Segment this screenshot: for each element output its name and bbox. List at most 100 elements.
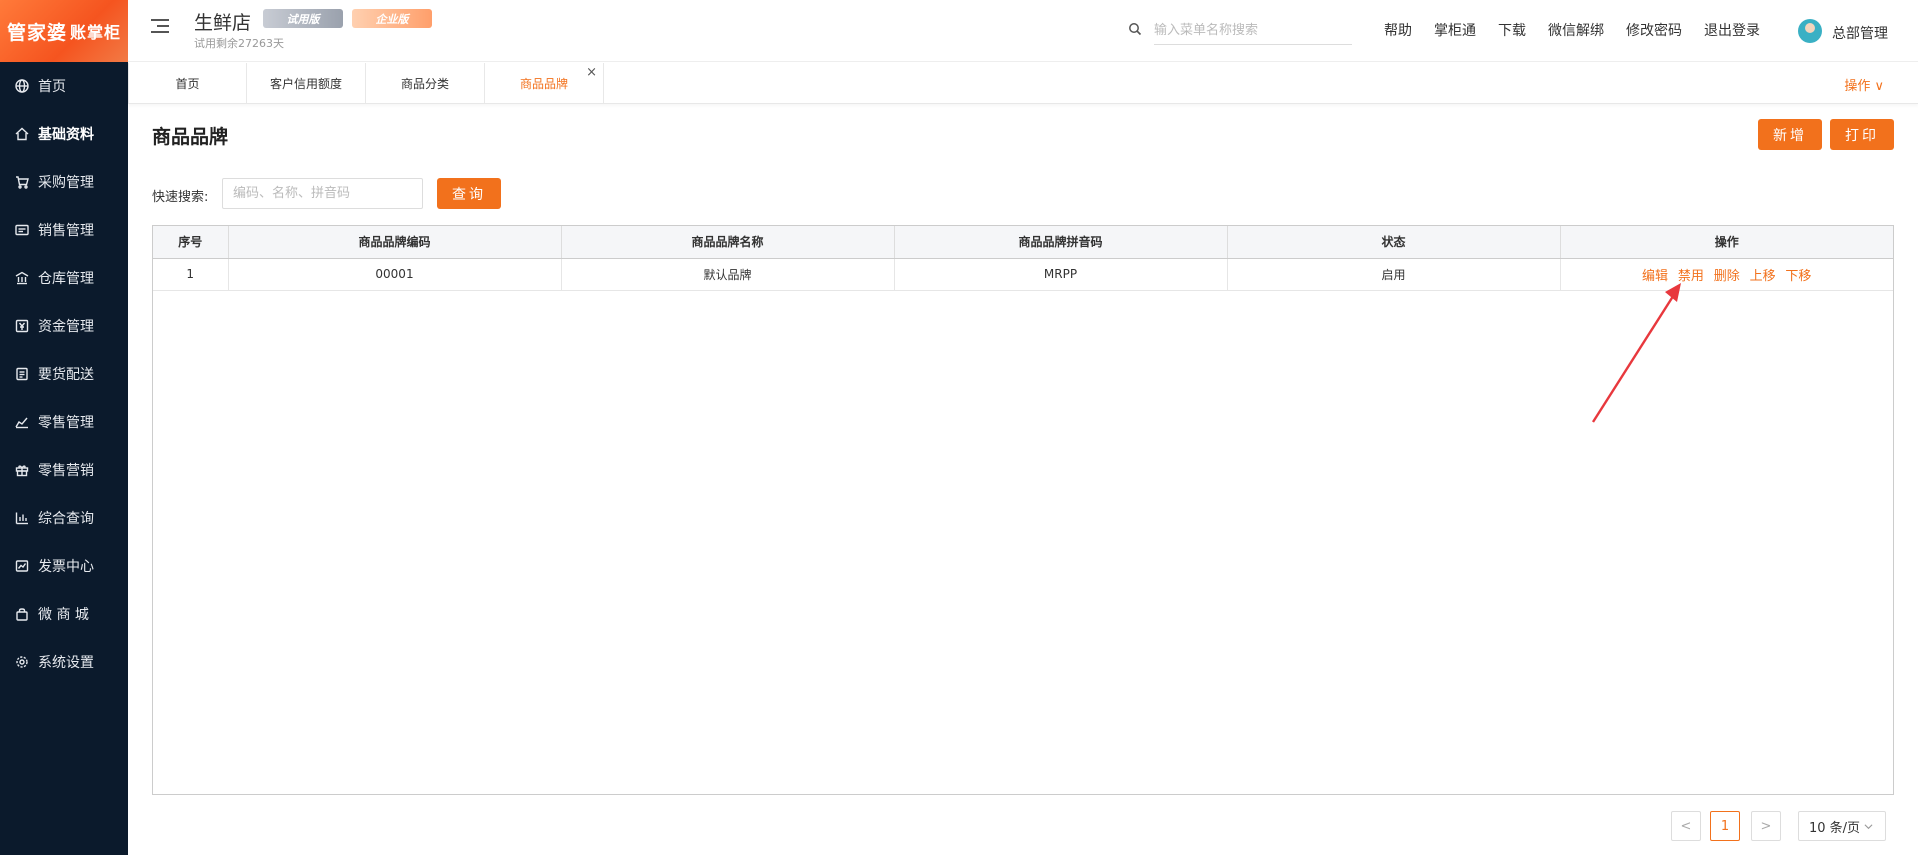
column-header[interactable]: 商品品牌编码 — [228, 226, 562, 259]
sidebar-item-query[interactable]: 综合查询 — [0, 494, 128, 542]
cell-code: 00001 — [228, 258, 562, 291]
avatar[interactable] — [1798, 19, 1822, 43]
close-icon[interactable]: × — [586, 65, 597, 80]
gear-icon — [14, 654, 30, 670]
menu-search — [1128, 17, 1352, 45]
cell-status: 启用 — [1227, 258, 1561, 291]
sidebar-item-settings[interactable]: 系统设置 — [0, 638, 128, 686]
column-header[interactable]: 序号 — [153, 226, 229, 259]
sidebar-item-micro-shop[interactable]: 微 商 城 — [0, 590, 128, 638]
prev-page-button[interactable]: < — [1671, 811, 1701, 841]
chevron-down-icon — [1864, 823, 1873, 829]
store-name: 生鲜店 — [194, 12, 252, 34]
sidebar-item-finance[interactable]: 资金管理 — [0, 302, 128, 350]
cell-name: 默认品牌 — [561, 258, 895, 291]
sidebar-item-purchase[interactable]: 采购管理 — [0, 158, 128, 206]
delivery-icon — [14, 366, 30, 382]
disable-link[interactable]: 禁用 — [1678, 269, 1704, 284]
sidebar-item-label: 仓库管理 — [38, 271, 94, 287]
download-link[interactable]: 下载 — [1498, 20, 1526, 40]
sidebar-item-label: 零售营销 — [38, 463, 94, 479]
brand-table: 序号 商品品牌编码 商品品牌名称 商品品牌拼音码 状态 操作 1 00001 默… — [152, 225, 1894, 795]
cart-icon — [14, 174, 30, 190]
column-header[interactable]: 状态 — [1227, 226, 1561, 259]
help-link[interactable]: 帮助 — [1384, 20, 1412, 40]
user-name[interactable]: 总部管理 — [1832, 23, 1888, 43]
page-size-select[interactable]: 10 条/页 — [1798, 811, 1886, 841]
delete-link[interactable]: 删除 — [1714, 269, 1740, 284]
page-title: 商品品牌 — [152, 126, 229, 148]
search-icon[interactable] — [1128, 22, 1142, 36]
sidebar-item-label: 资金管理 — [38, 319, 94, 335]
sidebar: 管家婆 账掌柜 首页 基础资料 采购管理 销售管理 仓库管理 资金管理 要货配送… — [0, 0, 128, 855]
tab-product-category[interactable]: 商品分类 — [366, 63, 485, 104]
column-header: 操作 — [1560, 226, 1893, 259]
tab-customer-credit[interactable]: 客户信用额度 — [247, 63, 366, 104]
sidebar-item-label: 零售管理 — [38, 415, 94, 431]
tab-operations-dropdown[interactable]: 操作 ∨ — [1844, 75, 1884, 94]
sidebar-item-delivery[interactable]: 要货配送 — [0, 350, 128, 398]
sidebar-menu: 首页 基础资料 采购管理 销售管理 仓库管理 资金管理 要货配送 零售管理 零售… — [0, 62, 128, 686]
edit-link[interactable]: 编辑 — [1642, 269, 1668, 284]
table-header-row: 序号 商品品牌编码 商品品牌名称 商品品牌拼音码 状态 操作 — [153, 226, 1893, 259]
bar-chart-icon — [14, 510, 30, 526]
page-size-value: 10 条/页 — [1809, 820, 1861, 836]
app-logo[interactable]: 管家婆 账掌柜 — [0, 0, 128, 62]
sidebar-item-label: 基础资料 — [38, 127, 94, 143]
sidebar-item-home[interactable]: 首页 — [0, 62, 128, 110]
menu-toggle-icon[interactable] — [151, 19, 169, 35]
sidebar-item-retail-marketing[interactable]: 零售营销 — [0, 446, 128, 494]
wechat-unbind-link[interactable]: 微信解绑 — [1548, 20, 1604, 40]
retail-icon — [14, 414, 30, 430]
cell-index: 1 — [153, 258, 229, 291]
sidebar-item-label: 发票中心 — [38, 559, 94, 575]
column-header[interactable]: 商品品牌名称 — [561, 226, 895, 259]
move-down-link[interactable]: 下移 — [1785, 269, 1811, 284]
trial-remaining-text: 试用剩余27263天 — [194, 37, 284, 50]
sidebar-item-warehouse[interactable]: 仓库管理 — [0, 254, 128, 302]
column-header[interactable]: 商品品牌拼音码 — [894, 226, 1228, 259]
sidebar-item-label: 系统设置 — [38, 655, 94, 671]
sidebar-item-label: 销售管理 — [38, 223, 94, 239]
menu-search-input[interactable] — [1154, 17, 1352, 45]
finance-icon — [14, 318, 30, 334]
move-up-link[interactable]: 上移 — [1750, 269, 1776, 284]
next-page-button[interactable]: > — [1751, 811, 1781, 841]
invoice-icon — [14, 558, 30, 574]
sales-icon — [14, 222, 30, 238]
sidebar-item-sales[interactable]: 销售管理 — [0, 206, 128, 254]
tab-bar: 首页 客户信用额度 商品分类 商品品牌 × 操作 ∨ — [128, 63, 1918, 104]
query-button[interactable]: 查询 — [437, 178, 501, 209]
cell-pinyin: MRPP — [894, 258, 1228, 291]
trial-badge: 试用版 — [263, 9, 343, 28]
print-button[interactable]: 打印 — [1830, 119, 1894, 150]
logout-link[interactable]: 退出登录 — [1704, 20, 1760, 40]
warehouse-icon — [14, 270, 30, 286]
sidebar-item-label: 综合查询 — [38, 511, 94, 527]
home-icon — [14, 126, 30, 142]
tab-product-brand[interactable]: 商品品牌 × — [485, 63, 604, 104]
quick-search-label: 快速搜索: — [152, 190, 209, 205]
sidebar-item-basic-data[interactable]: 基础资料 — [0, 110, 128, 158]
gift-icon — [14, 462, 30, 478]
change-password-link[interactable]: 修改密码 — [1626, 20, 1682, 40]
top-header: 生鲜店 试用版 企业版 试用剩余27263天 帮助 掌柜通 下载 微信解绑 修改… — [128, 0, 1918, 62]
sidebar-item-retail[interactable]: 零售管理 — [0, 398, 128, 446]
add-button[interactable]: 新增 — [1758, 119, 1822, 150]
table-row[interactable]: 1 00001 默认品牌 MRPP 启用 编辑 禁用 删除 上移 下移 — [153, 258, 1893, 291]
zhanggui-link[interactable]: 掌柜通 — [1434, 20, 1476, 40]
globe-icon — [14, 78, 30, 94]
logo-text-primary: 管家婆 — [6, 21, 67, 44]
tab-home[interactable]: 首页 — [128, 63, 247, 104]
page-button-current[interactable]: 1 — [1710, 811, 1740, 841]
sidebar-item-invoice[interactable]: 发票中心 — [0, 542, 128, 590]
quick-search-input[interactable] — [222, 178, 423, 209]
sidebar-item-label: 采购管理 — [38, 175, 94, 191]
sidebar-item-label: 微 商 城 — [38, 607, 89, 623]
logo-text-secondary: 账掌柜 — [70, 23, 122, 42]
cell-actions: 编辑 禁用 删除 上移 下移 — [1560, 258, 1893, 291]
sidebar-item-label: 首页 — [38, 79, 66, 95]
sidebar-item-label: 要货配送 — [38, 367, 94, 383]
enterprise-badge[interactable]: 企业版 — [352, 9, 432, 28]
tab-label: 商品品牌 — [519, 77, 568, 91]
